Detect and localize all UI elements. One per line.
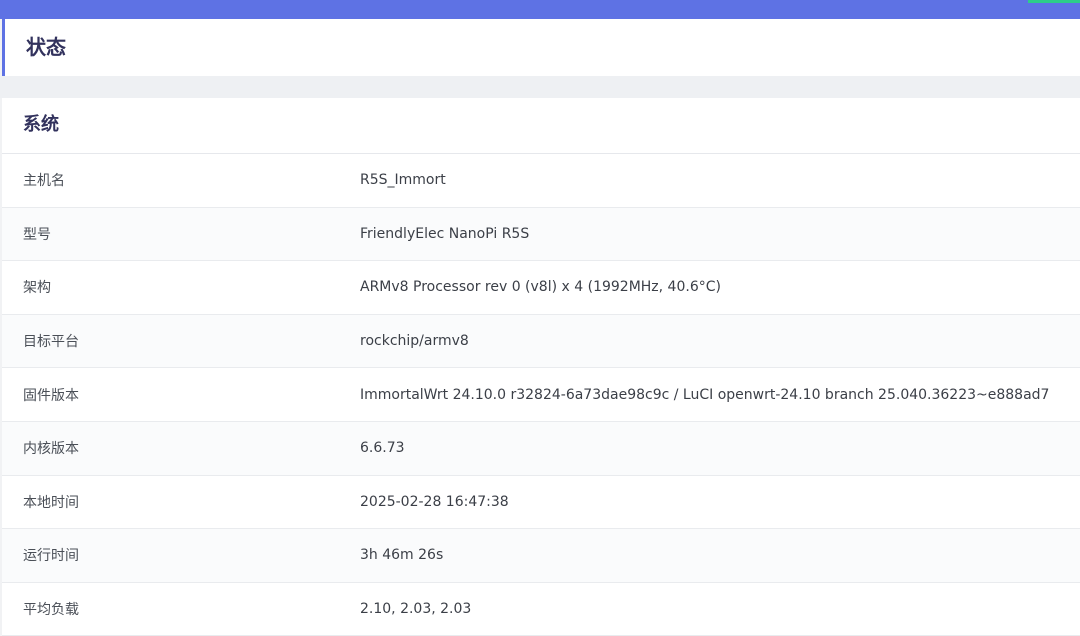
table-row-firmware-version: 固件版本 ImmortalWrt 24.10.0 r32824-6a73dae9… (2, 368, 1080, 422)
page-title-card: 状态 (2, 19, 1080, 76)
table-row-kernel-version: 内核版本 6.6.73 (2, 421, 1080, 476)
section-title: 系统 (23, 114, 59, 135)
row-value: 3h 46m 26s (360, 547, 444, 564)
section-header: 系统 (2, 98, 1080, 154)
table-row-target-platform: 目标平台 rockchip/armv8 (2, 314, 1080, 369)
row-label: 目标平台 (23, 334, 79, 351)
row-label: 型号 (23, 226, 51, 243)
table-row-model: 型号 FriendlyElec NanoPi R5S (2, 207, 1080, 262)
header-accent (1028, 0, 1080, 3)
top-header-bar (0, 0, 1080, 19)
table-row-load-average: 平均负载 2.10, 2.03, 2.03 (2, 582, 1080, 636)
section-gap (0, 76, 1080, 98)
row-value: 6.6.73 (360, 440, 405, 457)
row-label: 固件版本 (23, 387, 79, 404)
row-label: 运行时间 (23, 548, 79, 565)
table-row-local-time: 本地时间 2025-02-28 16:47:38 (2, 475, 1080, 530)
row-label: 本地时间 (23, 494, 79, 511)
table-row-architecture: 架构 ARMv8 Processor rev 0 (v8l) x 4 (1992… (2, 261, 1080, 315)
row-value: rockchip/armv8 (360, 333, 469, 350)
row-value: 2025-02-28 16:47:38 (360, 493, 509, 510)
table-row-hostname: 主机名 R5S_Immort (2, 154, 1080, 208)
row-value: ImmortalWrt 24.10.0 r32824-6a73dae98c9c … (360, 386, 1050, 403)
row-value: ARMv8 Processor rev 0 (v8l) x 4 (1992MHz… (360, 279, 721, 296)
row-label: 架构 (23, 280, 51, 297)
row-label: 主机名 (23, 173, 65, 190)
table-row-uptime: 运行时间 3h 46m 26s (2, 529, 1080, 583)
row-value: R5S_Immort (360, 172, 446, 189)
system-info-table: 主机名 R5S_Immort 型号 FriendlyElec NanoPi R5… (2, 154, 1080, 636)
system-section: 系统 主机名 R5S_Immort 型号 FriendlyElec NanoPi… (2, 98, 1080, 636)
page-title: 状态 (26, 35, 66, 59)
row-value: 2.10, 2.03, 2.03 (360, 601, 472, 618)
row-label: 平均负载 (23, 602, 79, 619)
row-value: FriendlyElec NanoPi R5S (360, 225, 530, 242)
row-label: 内核版本 (23, 441, 79, 458)
